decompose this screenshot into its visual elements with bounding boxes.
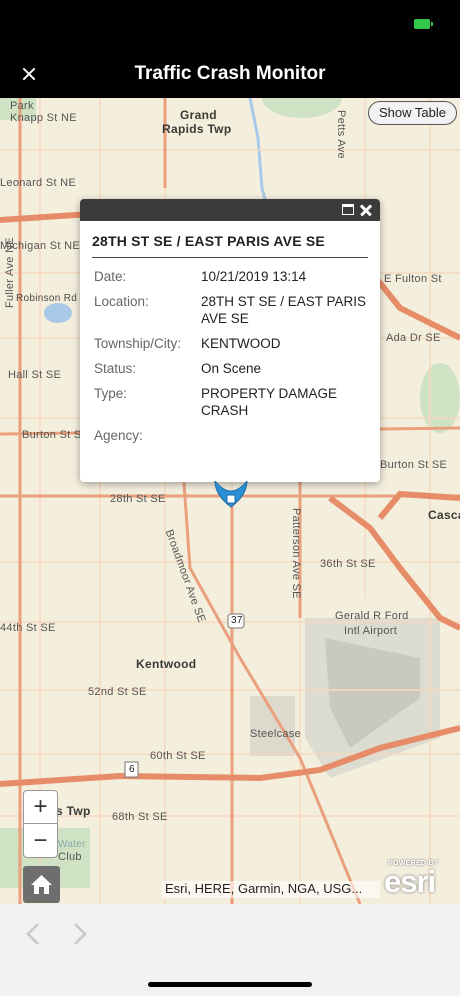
- map-label: 36th St SE: [320, 558, 376, 570]
- field-label: Date:: [94, 269, 127, 284]
- map-label: Rapids Twp: [162, 122, 232, 136]
- map-label: Robinson Rd: [16, 293, 78, 304]
- map-label: 68th St SE: [112, 811, 168, 823]
- show-table-button[interactable]: Show Table: [368, 101, 457, 125]
- field-value: KENTWOOD: [201, 336, 281, 351]
- field-label: Status:: [94, 361, 137, 376]
- app-header: Traffic Crash Monitor: [0, 50, 460, 98]
- crash-marker-icon[interactable]: [213, 481, 249, 509]
- map-label: Kentwood: [136, 657, 197, 671]
- bottom-toolbar: [0, 904, 460, 996]
- map-label: Park: [10, 100, 34, 112]
- map-label: Burton St SE: [380, 459, 448, 471]
- popup-fields: Date: 10/21/2019 13:14 Location: 28TH ST…: [94, 268, 368, 444]
- crash-popup: 28TH ST SE / EAST PARIS AVE SE Date: 10/…: [80, 199, 380, 482]
- page-title: Traffic Crash Monitor: [134, 63, 326, 84]
- esri-logo: POWERED BY esri: [384, 858, 454, 902]
- battery-icon: [414, 19, 433, 29]
- esri-wordmark: esri: [384, 864, 436, 899]
- field-type: Type: PROPERTY DAMAGE CRASH: [94, 385, 368, 419]
- forward-arrow-icon[interactable]: [67, 920, 91, 948]
- status-bar: [0, 0, 460, 50]
- map-label: E Fulton St: [384, 273, 442, 285]
- zoom-out-button[interactable]: −: [24, 825, 57, 858]
- back-arrow-icon[interactable]: [22, 920, 46, 948]
- map-label: Grand: [180, 108, 217, 122]
- field-label: Agency:: [94, 428, 143, 443]
- map-label: Petts Ave: [335, 110, 347, 159]
- field-status: Status: On Scene: [94, 360, 368, 377]
- field-value: 10/21/2019 13:14: [201, 269, 307, 284]
- map-label: Cascade: [428, 508, 460, 522]
- field-label: Location:: [94, 294, 149, 309]
- field-value: PROPERTY DAMAGE CRASH: [201, 386, 338, 418]
- popup-toolbar: [80, 199, 380, 221]
- map-label: Hall St SE: [8, 369, 62, 381]
- map-label: Gerald R Ford: [335, 610, 409, 622]
- map-label: Intl Airport: [344, 625, 398, 637]
- home-indicator: [148, 982, 312, 987]
- map-label: Steelcase: [250, 728, 302, 740]
- home-button[interactable]: [23, 866, 60, 903]
- field-location: Location: 28TH ST SE / EAST PARIS AVE SE: [94, 293, 368, 327]
- maximize-icon[interactable]: [342, 204, 354, 215]
- map-label: Patterson Ave SE: [290, 508, 302, 599]
- map-label: Club: [58, 851, 82, 863]
- map-label: Leonard St NE: [0, 177, 77, 189]
- map-label: 44th St SE: [0, 622, 56, 634]
- zoom-in-button[interactable]: +: [24, 791, 57, 824]
- field-agency: Agency:: [94, 427, 368, 444]
- field-label: Type:: [94, 386, 128, 401]
- map-label: Fuller Ave NE: [4, 237, 16, 308]
- popup-title: 28TH ST SE / EAST PARIS AVE SE: [92, 233, 368, 258]
- field-township: Township/City: KENTWOOD: [94, 335, 368, 352]
- map-label: Water: [58, 839, 86, 850]
- route-shield-label: 6: [129, 764, 135, 775]
- home-icon: [31, 875, 52, 894]
- map-label: Knapp St NE: [10, 112, 77, 124]
- field-label: Township/City:: [94, 336, 182, 351]
- field-value: 28TH ST SE / EAST PARIS AVE SE: [201, 294, 367, 326]
- map-label: Ada Dr SE: [386, 332, 441, 344]
- route-shield-label: 37: [231, 615, 243, 626]
- map-attribution[interactable]: Esri, HERE, Garmin, NGA, USG...: [162, 881, 380, 898]
- map-label: 52nd St SE: [88, 686, 147, 698]
- zoom-control: + −: [23, 790, 58, 858]
- field-date: Date: 10/21/2019 13:14: [94, 268, 368, 285]
- map-view[interactable]: Park Knapp St NE Grand Rapids Twp Leonar…: [0, 98, 460, 904]
- map-label: s Twp: [56, 804, 91, 818]
- map-label: 60th St SE: [150, 750, 206, 762]
- field-value: On Scene: [201, 361, 262, 376]
- close-icon[interactable]: [358, 202, 374, 218]
- map-label: 28th St SE: [110, 493, 166, 505]
